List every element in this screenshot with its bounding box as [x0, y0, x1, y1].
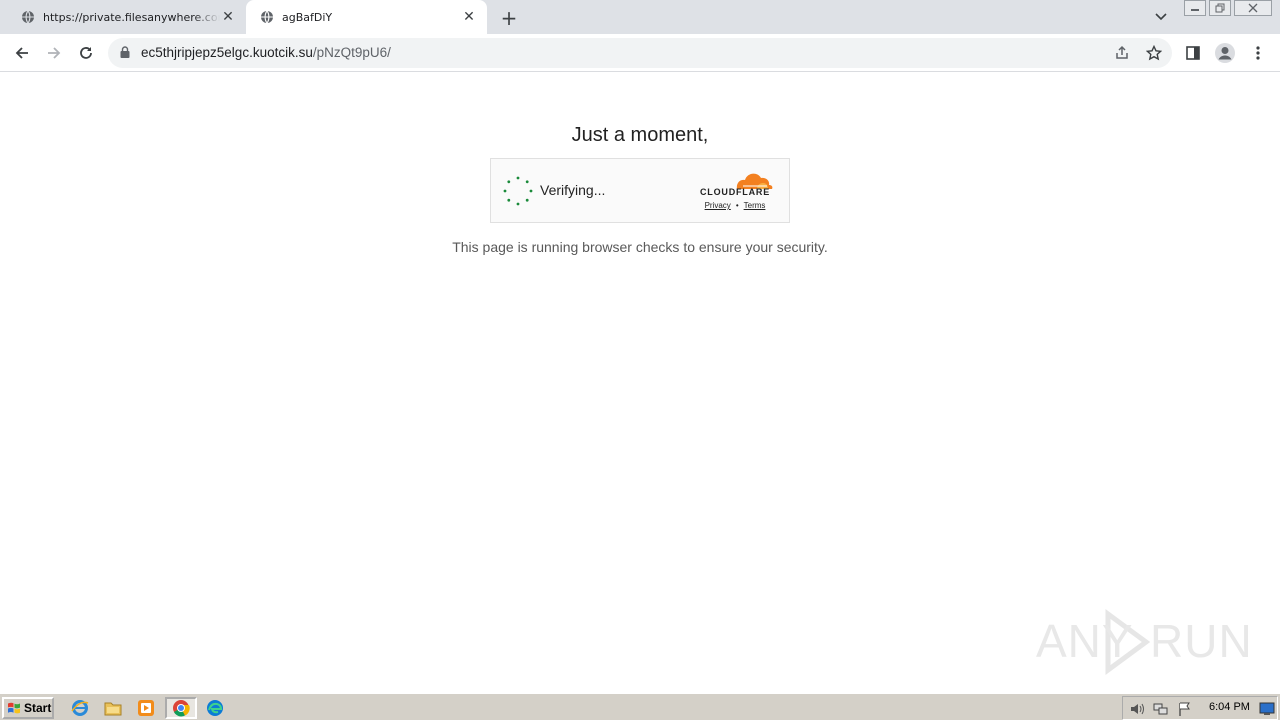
url-text[interactable]: ec5thjripjepz5elgc.kuotcik.su/pNzQt9pU6/	[141, 45, 391, 60]
clock[interactable]: 6:04 PM	[1209, 701, 1250, 713]
start-button[interactable]: Start	[2, 697, 54, 719]
show-desktop-button[interactable]	[1259, 701, 1275, 717]
bookmark-star-icon	[1146, 45, 1162, 61]
back-arrow-icon	[15, 47, 28, 59]
internet-explorer-button[interactable]	[67, 697, 93, 719]
cloudflare-brand: CLOUDFLARE	[700, 187, 770, 197]
chrome-button[interactable]	[165, 697, 197, 719]
volume-button[interactable]	[1129, 701, 1145, 717]
reload-button[interactable]	[74, 41, 98, 65]
privacy-link[interactable]: Privacy	[705, 201, 731, 210]
flag-icon	[1179, 702, 1190, 716]
reload-icon	[80, 47, 92, 59]
tab-close-button[interactable]: ✕	[220, 9, 236, 25]
spinner-icon	[503, 176, 533, 206]
menu-kebab-icon	[1256, 46, 1260, 60]
edge-icon	[207, 700, 223, 716]
tab-title: https://private.filesanywhere.com/g	[43, 10, 220, 24]
cloudflare-challenge-widget[interactable]: Verifying... CLOUDFLARE Privacy • Terms	[490, 158, 790, 223]
cloudflare-links: Privacy • Terms	[695, 201, 775, 210]
profile-button[interactable]	[1213, 41, 1237, 65]
desktop-icon	[1259, 702, 1275, 715]
globe-icon	[260, 10, 274, 24]
back-button[interactable]	[10, 41, 34, 65]
terms-link[interactable]: Terms	[744, 201, 766, 210]
side-panel-icon	[1186, 46, 1200, 60]
minimize-button[interactable]	[1184, 0, 1206, 16]
link-separator: •	[735, 201, 739, 210]
tab-search-button[interactable]	[1151, 9, 1171, 25]
watermark-text: RUN	[1150, 615, 1253, 667]
address-bar[interactable]: ec5thjripjepz5elgc.kuotcik.su/pNzQt9pU6/	[108, 38, 1172, 68]
tab-title: agBafDiY	[282, 10, 333, 24]
side-panel-button[interactable]	[1181, 41, 1205, 65]
tab-active[interactable]: agBafDiY ✕	[246, 0, 487, 34]
tab-strip: https://private.filesanywhere.com/g ✕ ag…	[0, 0, 1280, 34]
chevron-down-icon	[1155, 13, 1167, 21]
new-tab-button[interactable]: +	[498, 6, 520, 30]
globe-icon	[21, 10, 35, 24]
chrome-icon	[173, 700, 190, 717]
internet-explorer-icon	[71, 700, 89, 716]
profile-icon	[1215, 43, 1235, 63]
share-button[interactable]	[1113, 44, 1131, 62]
forward-arrow-icon	[48, 47, 61, 59]
restore-icon	[1215, 3, 1225, 13]
page-heading: Just a moment,	[571, 124, 709, 146]
start-label: Start	[24, 701, 52, 715]
windows-flag-icon	[8, 702, 20, 714]
forward-button[interactable]	[42, 41, 66, 65]
security-check-message: This page is running browser checks to e…	[452, 239, 828, 255]
tab-filesanywhere[interactable]: https://private.filesanywhere.com/g ✕	[0, 0, 246, 34]
file-explorer-button[interactable]	[100, 697, 126, 719]
bookmark-button[interactable]	[1145, 44, 1163, 62]
menu-button[interactable]	[1246, 41, 1270, 65]
url-host: ec5thjripjepz5elgc.kuotcik.su	[141, 45, 313, 60]
verifying-status: Verifying...	[540, 182, 606, 198]
system-tray: 6:04 PM	[1122, 696, 1278, 720]
speaker-icon	[1131, 703, 1144, 715]
browser-toolbar: ec5thjripjepz5elgc.kuotcik.su/pNzQt9pU6/	[0, 34, 1280, 72]
network-button[interactable]	[1153, 701, 1169, 717]
share-icon	[1116, 45, 1128, 59]
tab-close-button[interactable]: ✕	[461, 9, 477, 25]
action-center-button[interactable]	[1177, 701, 1193, 717]
anyrun-watermark: ANY RUN	[1036, 608, 1252, 678]
edge-button[interactable]	[202, 697, 228, 719]
media-player-button[interactable]	[133, 697, 159, 719]
minimize-icon	[1191, 9, 1199, 11]
media-player-icon	[138, 700, 154, 716]
url-path: /pNzQt9pU6/	[312, 45, 391, 60]
close-icon	[1248, 3, 1258, 13]
page-content: Just a moment, Verifying... CLOUDFLARE P…	[0, 72, 1280, 692]
watermark-text: ANY	[1036, 615, 1134, 667]
restore-button[interactable]	[1209, 0, 1231, 16]
network-icon	[1153, 703, 1168, 715]
close-window-button[interactable]	[1234, 0, 1272, 16]
folder-icon	[104, 702, 122, 716]
windows-taskbar: Start 6:04 PM	[0, 692, 1280, 720]
lock-icon[interactable]	[120, 46, 130, 58]
